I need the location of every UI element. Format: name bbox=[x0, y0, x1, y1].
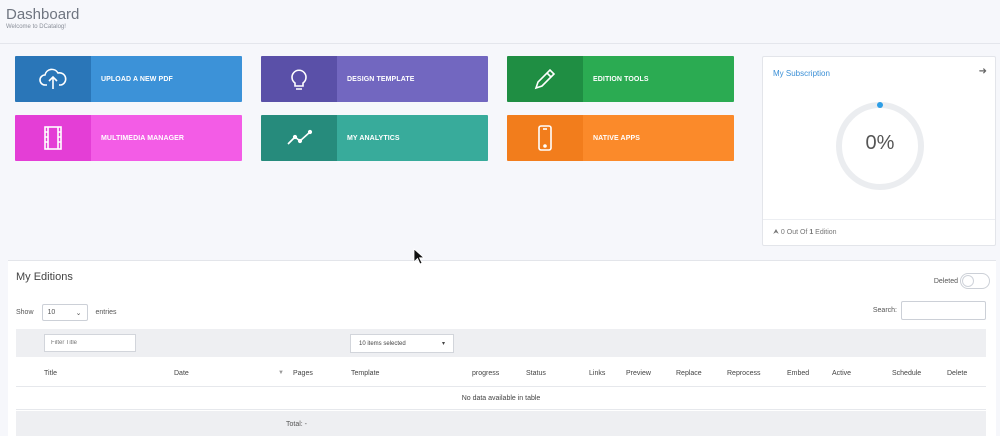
subscription-usage-suffix: Edition bbox=[813, 229, 837, 236]
filter-title-input[interactable] bbox=[44, 334, 136, 352]
deleted-toggle[interactable] bbox=[960, 273, 990, 289]
deleted-label: Deleted bbox=[933, 277, 958, 285]
chevron-down-icon: ⌄ bbox=[75, 309, 82, 317]
entries-value: 10 bbox=[47, 309, 56, 316]
entries-label: entries bbox=[95, 309, 117, 316]
show-label: Show bbox=[16, 309, 34, 316]
progress-indicator-dot bbox=[877, 102, 883, 108]
film-icon bbox=[15, 115, 91, 161]
sort-desc-icon[interactable]: ▼ bbox=[278, 370, 284, 376]
native-apps-tile[interactable]: NATIVE APPS bbox=[507, 115, 734, 161]
items-selected-dropdown[interactable]: 10 items selected ▾ bbox=[350, 334, 454, 353]
multimedia-manager-tile[interactable]: MULTIMEDIA MANAGER bbox=[15, 115, 242, 161]
tile-label: EDITION TOOLS bbox=[583, 56, 734, 102]
column-schedule[interactable]: Schedule bbox=[892, 370, 921, 377]
upload-pdf-tile[interactable]: UPLOAD A NEW PDF bbox=[15, 56, 242, 102]
page-subtitle: Welcome to DCatalog! bbox=[6, 24, 66, 30]
design-template-tile[interactable]: DESIGN TEMPLATE bbox=[261, 56, 488, 102]
page-header: Dashboard Welcome to DCatalog! bbox=[0, 0, 1000, 44]
upload-icon: ⮝ bbox=[773, 229, 779, 236]
column-delete[interactable]: Delete bbox=[947, 370, 967, 377]
column-preview[interactable]: Preview bbox=[626, 370, 651, 377]
search-label: Search: bbox=[872, 307, 897, 314]
edition-tools-tile[interactable]: EDITION TOOLS bbox=[507, 56, 734, 102]
subscription-usage-prefix: 0 Out Of bbox=[780, 229, 810, 236]
column-active[interactable]: Active bbox=[832, 370, 851, 377]
column-template[interactable]: Template bbox=[351, 370, 379, 377]
my-analytics-tile[interactable]: MY ANALYTICS bbox=[261, 115, 488, 161]
table-total-row: Total: - bbox=[16, 411, 986, 436]
column-replace[interactable]: Replace bbox=[676, 370, 702, 377]
tile-label: DESIGN TEMPLATE bbox=[337, 56, 488, 102]
column-links[interactable]: Links bbox=[589, 370, 605, 377]
tile-label: NATIVE APPS bbox=[583, 115, 734, 161]
entries-select[interactable]: 10 ⌄ bbox=[41, 304, 88, 321]
subscription-footer: ⮝ 0 Out Of 1 Edition bbox=[763, 219, 995, 246]
table-header: Title Date ▼ Pages Template progress Sta… bbox=[16, 361, 986, 387]
subscription-percent: 0% bbox=[865, 132, 895, 154]
tile-label: MY ANALYTICS bbox=[337, 115, 488, 161]
lightbulb-icon bbox=[261, 56, 337, 102]
arrow-right-icon[interactable]: ➜ bbox=[979, 66, 987, 77]
column-date[interactable]: Date bbox=[174, 370, 189, 377]
column-progress[interactable]: progress bbox=[472, 370, 499, 377]
column-title[interactable]: Title bbox=[44, 370, 57, 377]
column-status[interactable]: Status bbox=[526, 370, 546, 377]
caret-down-icon: ▾ bbox=[441, 341, 445, 347]
editions-title: My Editions bbox=[16, 271, 73, 283]
mouse-pointer-icon bbox=[413, 248, 425, 265]
line-chart-icon bbox=[261, 115, 337, 161]
empty-table-message: No data available in table bbox=[16, 388, 986, 410]
mobile-phone-icon bbox=[507, 115, 583, 161]
tile-label: MULTIMEDIA MANAGER bbox=[91, 115, 242, 161]
filter-bar: 10 items selected ▾ bbox=[16, 329, 986, 357]
tile-label: UPLOAD A NEW PDF bbox=[91, 56, 242, 102]
my-editions-panel: My Editions Deleted Show 10 ⌄ entries Se… bbox=[8, 260, 996, 436]
total-label: Total: - bbox=[286, 421, 308, 428]
items-selected-text: 10 items selected bbox=[359, 340, 406, 347]
pencil-icon bbox=[507, 56, 583, 102]
subscription-title[interactable]: My Subscription bbox=[773, 69, 830, 78]
column-reprocess[interactable]: Reprocess bbox=[727, 370, 760, 377]
subscription-card: My Subscription ➜ 0% ⮝ 0 Out Of 1 Editio… bbox=[762, 56, 996, 246]
page-title: Dashboard bbox=[6, 6, 80, 23]
cloud-upload-icon bbox=[15, 56, 91, 102]
column-pages[interactable]: Pages bbox=[293, 370, 313, 377]
column-embed[interactable]: Embed bbox=[787, 370, 809, 377]
search-input[interactable] bbox=[901, 301, 986, 320]
